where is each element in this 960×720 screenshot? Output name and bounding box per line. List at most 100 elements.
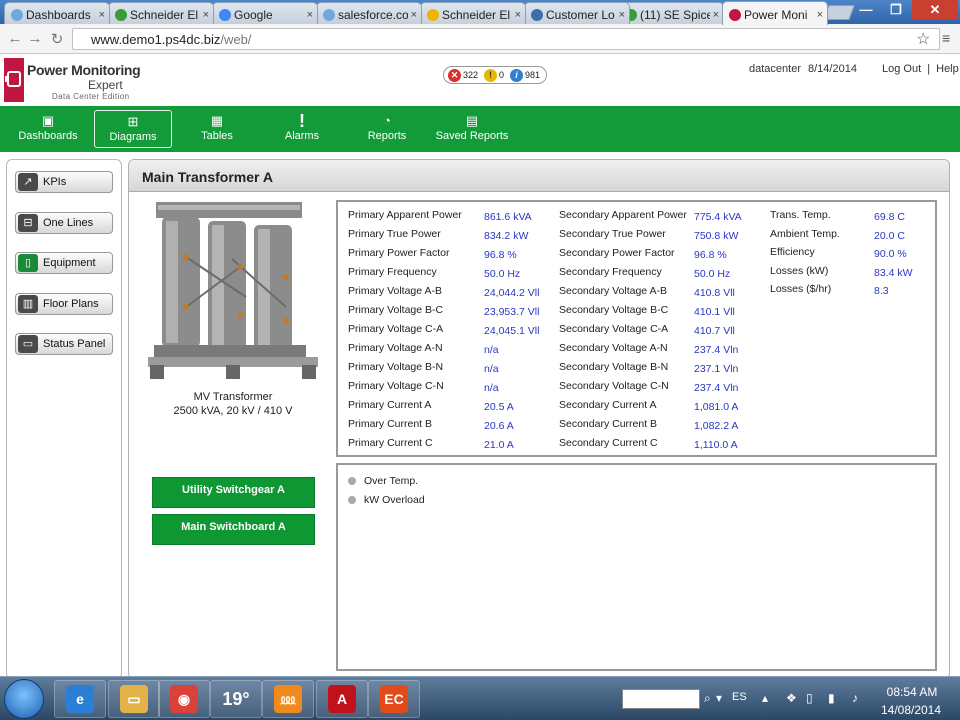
low-alarm-count: 981 bbox=[525, 70, 541, 80]
forward-icon[interactable]: → bbox=[26, 30, 44, 47]
taskbar-app[interactable]: 19° bbox=[210, 680, 262, 718]
reading-value: 20.0 C bbox=[874, 229, 905, 242]
signal-icon[interactable]: ▮ bbox=[828, 691, 835, 705]
browser-tab-title: (11) SE Spice bbox=[640, 8, 710, 22]
taskbar-app[interactable]: ⅏ bbox=[262, 680, 314, 718]
schneider-icon bbox=[115, 9, 127, 21]
main-switchboard-link-button[interactable]: Main Switchboard A bbox=[152, 514, 315, 545]
reading-value: 750.8 kW bbox=[694, 230, 739, 242]
nav-saved-reports[interactable]: ▤ Saved Reports bbox=[433, 110, 511, 148]
clock-date[interactable]: 14/08/2014 bbox=[878, 703, 944, 717]
nav-dashboards[interactable]: ▣ Dashboards bbox=[9, 110, 87, 148]
reading-value: 237.4 Vln bbox=[694, 382, 739, 394]
browser-tab[interactable]: Customer Lo × bbox=[524, 2, 630, 24]
reading-value: 20.6 A bbox=[484, 420, 514, 432]
back-icon[interactable]: ← bbox=[6, 30, 24, 47]
volume-icon[interactable]: ♪ bbox=[852, 691, 858, 705]
browser-tab[interactable]: (11) SE Spice × bbox=[618, 2, 724, 24]
tab-close-icon[interactable]: × bbox=[619, 9, 625, 21]
tray-arrow-icon[interactable]: ▾ bbox=[716, 691, 722, 705]
tab-close-icon[interactable]: × bbox=[411, 9, 417, 21]
sidebar-item-kpis[interactable]: ↗ KPIs bbox=[15, 171, 113, 193]
url-path: /web/ bbox=[220, 32, 252, 47]
utility-switchgear-link-button[interactable]: Utility Switchgear A bbox=[152, 477, 315, 508]
reading-value: 410.7 Vll bbox=[694, 325, 735, 337]
medium-alarm-count: 0 bbox=[499, 70, 505, 80]
taskbar-app[interactable]: A bbox=[316, 680, 368, 718]
tab-close-icon[interactable]: × bbox=[713, 9, 719, 21]
reading-label: Primary Apparent Power bbox=[348, 209, 462, 221]
kpi-icon: ↗ bbox=[18, 173, 38, 191]
tray-search-icon[interactable]: ⌕ bbox=[704, 691, 711, 706]
header-separator: | bbox=[927, 63, 931, 75]
app-header: Power Monitoring Expert Data Center Edit… bbox=[0, 55, 960, 105]
language-indicator[interactable]: ES bbox=[732, 691, 747, 703]
reading-value: n/a bbox=[484, 382, 499, 394]
floor-plans-icon: ▥ bbox=[18, 294, 38, 313]
acrobat-icon: A bbox=[328, 685, 356, 713]
clock-time[interactable]: 08:54 AM bbox=[884, 685, 940, 699]
browser-tab[interactable]: Google × bbox=[212, 2, 318, 24]
tab-close-icon[interactable]: × bbox=[307, 9, 313, 21]
reading-label: Secondary Power Factor bbox=[559, 247, 675, 259]
url-input[interactable]: www.demo1.ps4dc.biz/web/ bbox=[72, 28, 940, 50]
taskbar: e ▭ ◉ 19° ⅏ A EC ⌕ ▾ ES ▴ ❖ ▯ ▮ ♪ 08:54 AM 14/… bbox=[0, 676, 960, 720]
minimize-icon[interactable]: — bbox=[852, 0, 880, 20]
reading-value: 237.1 Vln bbox=[694, 363, 739, 375]
browser-tab[interactable]: salesforce.co × bbox=[316, 2, 422, 24]
bookmark-star-icon[interactable]: ☆ bbox=[916, 29, 930, 49]
sidebar-item-status-panel[interactable]: ▭ Status Panel bbox=[15, 333, 113, 355]
power-icon[interactable]: ▯ bbox=[806, 691, 813, 705]
tab-close-icon[interactable]: × bbox=[515, 9, 521, 21]
logo-subtitle: Expert bbox=[88, 78, 123, 92]
alarm-item: Over Temp. bbox=[348, 475, 418, 487]
sidebar-item-one-lines[interactable]: ⊟ One Lines bbox=[15, 211, 113, 234]
window-close-icon[interactable]: ✕ bbox=[912, 0, 958, 20]
taskbar-app[interactable]: ▭ bbox=[108, 680, 160, 718]
taskbar-app[interactable]: EC bbox=[368, 680, 420, 718]
taskbar-app[interactable]: ◉ bbox=[158, 680, 210, 718]
nav-reports[interactable]: ◔ Reports bbox=[348, 110, 426, 148]
sidebar-item-label: Status Panel bbox=[43, 338, 106, 350]
alarm-counter[interactable]: ✕ 322 ! 0 i 981 bbox=[443, 66, 547, 84]
tab-close-icon[interactable]: × bbox=[203, 9, 209, 21]
sidebar-item-equipment[interactable]: ▯ Equipment bbox=[15, 252, 113, 274]
user-name: datacenter bbox=[749, 63, 801, 75]
nav-tables[interactable]: ▦ Tables bbox=[178, 110, 256, 148]
help-link[interactable]: Help bbox=[936, 63, 959, 75]
cloud-icon bbox=[323, 9, 335, 21]
readings-table: Primary Apparent Power 861.6 kVA Primary T… bbox=[336, 200, 937, 457]
tab-close-icon[interactable]: × bbox=[817, 9, 823, 21]
sidebar-item-floor-plans[interactable]: ▥ Floor Plans bbox=[15, 292, 113, 315]
browser-tab[interactable]: Dashboards × bbox=[4, 2, 110, 24]
reading-value: 24,045.1 Vll bbox=[484, 325, 540, 337]
nav-diagrams[interactable]: ⊞ Diagrams bbox=[94, 110, 172, 148]
tab-close-icon[interactable]: × bbox=[99, 9, 105, 21]
reading-label: Primary Current B bbox=[348, 418, 433, 430]
address-bar: ← → ↻ www.demo1.ps4dc.biz/web/ bbox=[0, 24, 960, 54]
dropbox-icon[interactable]: ❖ bbox=[786, 691, 797, 705]
taskbar-app[interactable]: e bbox=[54, 680, 106, 718]
reading-value: 834.2 kW bbox=[484, 230, 529, 242]
browser-tab-title: salesforce.co bbox=[338, 8, 408, 22]
sidebar-item-label: Equipment bbox=[43, 257, 96, 269]
logo-title: Power Monitoring bbox=[27, 62, 141, 78]
browser-tab[interactable]: Schneider El × bbox=[420, 2, 526, 24]
status-dot-icon bbox=[348, 477, 356, 485]
google-icon bbox=[219, 9, 231, 21]
start-button[interactable] bbox=[4, 679, 44, 719]
app-orange-icon: ⅏ bbox=[274, 685, 302, 713]
reading-value: 861.6 kVA bbox=[484, 211, 532, 223]
reading-label: Primary Voltage C-N bbox=[348, 380, 444, 392]
weather-icon: 19° bbox=[222, 689, 250, 709]
maximize-icon[interactable]: ❐ bbox=[882, 0, 910, 20]
logout-link[interactable]: Log Out bbox=[882, 63, 921, 75]
browser-tab[interactable]: Schneider El × bbox=[108, 2, 214, 24]
browser-menu-icon[interactable]: ≡ bbox=[942, 30, 950, 46]
taskbar-search-input[interactable] bbox=[622, 689, 700, 709]
browser-tab[interactable]: Power Moni × bbox=[722, 1, 828, 25]
browser-tab-title: Customer Lo bbox=[546, 8, 615, 22]
show-hidden-icons-icon[interactable]: ▴ bbox=[762, 691, 768, 705]
nav-alarms[interactable]: ! Alarms bbox=[263, 110, 341, 148]
reload-icon[interactable]: ↻ bbox=[48, 30, 66, 48]
